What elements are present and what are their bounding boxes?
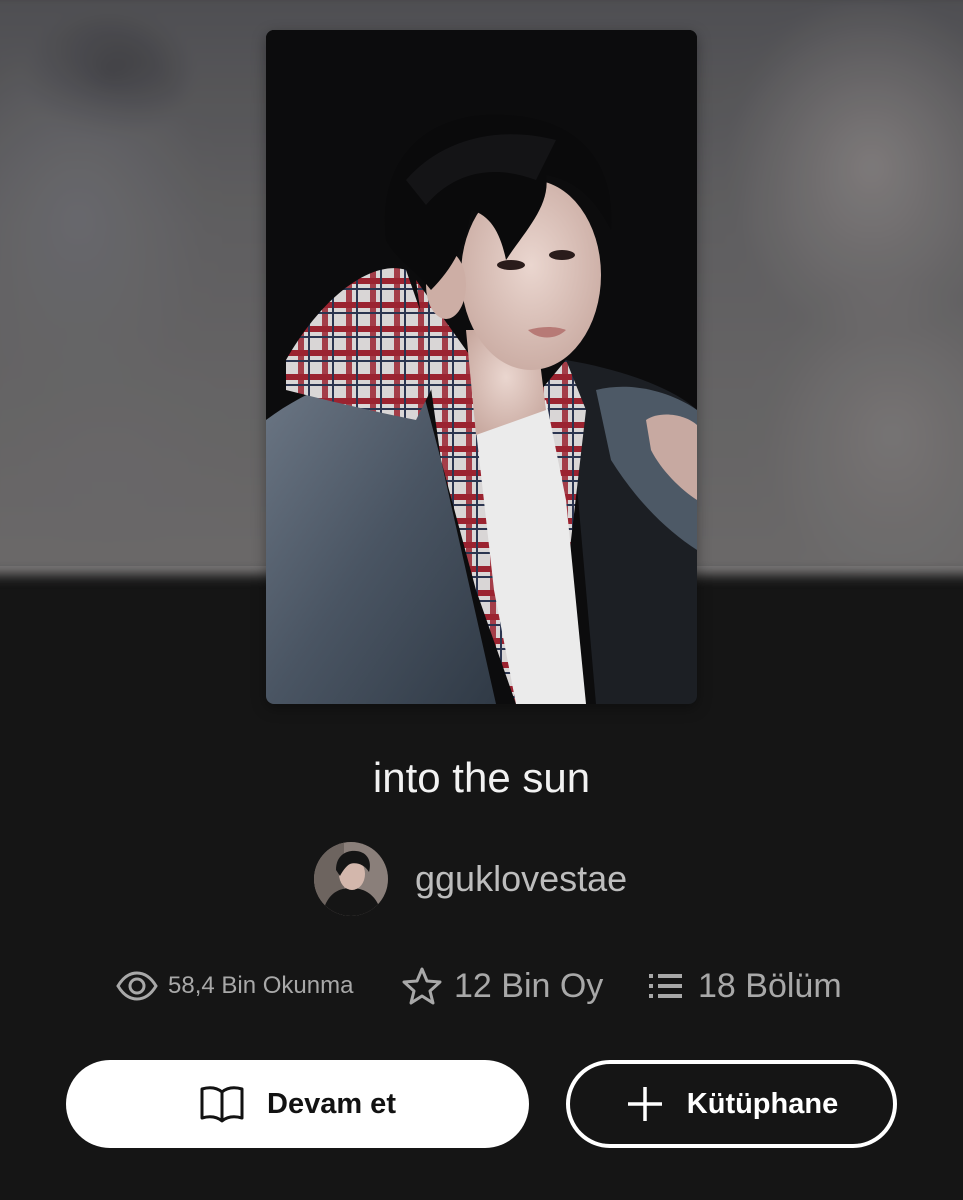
- votes-stat: 12 Bin Oy: [402, 958, 603, 1014]
- author-username[interactable]: gguklovestae: [415, 858, 627, 900]
- author-avatar[interactable]: [314, 842, 388, 916]
- star-icon: [402, 967, 442, 1005]
- votes-count: 12 Bin Oy: [454, 966, 604, 1005]
- story-stats: 58,4 Bin Okunma 12 Bin Oy 18 Bölüm: [0, 958, 963, 1014]
- author-profile-link[interactable]: gguklovestae: [314, 842, 627, 916]
- continue-button-label: Devam et: [267, 1087, 396, 1120]
- continue-reading-button[interactable]: Devam et: [66, 1060, 529, 1148]
- list-icon: [648, 972, 684, 1000]
- add-to-library-button[interactable]: Kütüphane: [566, 1060, 897, 1148]
- book-open-icon: [199, 1084, 245, 1124]
- reads-stat: 58,4 Bin Okunma: [116, 958, 353, 1014]
- parts-stat[interactable]: 18 Bölüm: [648, 958, 842, 1014]
- reads-count: 58,4 Bin Okunma: [168, 972, 354, 999]
- eye-icon: [116, 971, 158, 1001]
- plus-icon: [625, 1084, 665, 1124]
- story-cover-image[interactable]: [266, 30, 697, 704]
- library-button-label: Kütüphane: [686, 1087, 839, 1120]
- story-title: into the sun: [372, 754, 591, 801]
- story-details-screen: into the sun gguklovestae 58,4 Bin Okunm…: [0, 0, 963, 1200]
- parts-count: 18 Bölüm: [698, 966, 842, 1005]
